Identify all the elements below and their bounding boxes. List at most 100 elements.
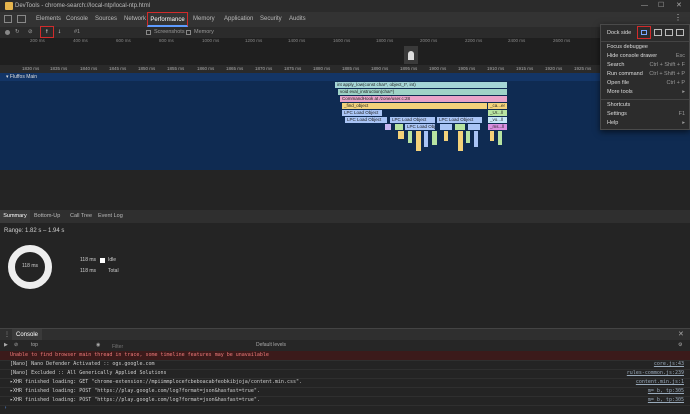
- flame-event[interactable]: LPC Load Object: [390, 117, 435, 123]
- drawer-close-icon[interactable]: ✕: [678, 330, 684, 338]
- console-source-link[interactable]: m=_b,_tp:305: [648, 396, 684, 405]
- flame-subcall[interactable]: [466, 131, 470, 143]
- tab-audits[interactable]: Audits: [289, 12, 306, 27]
- flame-subcall[interactable]: [498, 131, 502, 145]
- console-line[interactable]: ▸XHR finished loading: POST "https://pla…: [0, 396, 690, 406]
- flame-subcall[interactable]: [455, 124, 465, 130]
- tab-bottom-up[interactable]: Bottom-Up: [34, 210, 60, 223]
- flame-subcall[interactable]: [490, 131, 494, 141]
- flame-subcall[interactable]: [424, 131, 428, 147]
- flame-event[interactable]: int apply_low(const char*, object_t*, in…: [335, 82, 507, 88]
- flame-subcall[interactable]: [395, 124, 403, 130]
- console-message: ▸XHR finished loading: POST "https://pla…: [10, 397, 260, 403]
- dock-undock-highlight[interactable]: [637, 26, 651, 39]
- memory-checkbox[interactable]: [186, 30, 191, 35]
- close-button[interactable]: ✕: [676, 0, 682, 12]
- submenu-arrow-icon: ▸: [682, 120, 685, 126]
- flame-subcall[interactable]: [440, 124, 452, 130]
- flame-event[interactable]: _vo...ll: [488, 117, 507, 123]
- console-settings-icon[interactable]: ⚙: [678, 340, 682, 351]
- menu-item-run-command[interactable]: Run command Ctrl + Shift + P: [607, 70, 685, 79]
- dock-left-icon[interactable]: [654, 29, 662, 36]
- details-tabs: Summary Bottom-Up Call Tree Event Log: [0, 210, 690, 224]
- detail-empty-area: [0, 170, 690, 210]
- menu-item-hide-console[interactable]: Hide console drawer Esc: [607, 52, 685, 61]
- selection-window[interactable]: [404, 46, 418, 64]
- console-source-link[interactable]: content.min.js:1: [636, 378, 684, 387]
- tab-elements[interactable]: Elements: [36, 12, 61, 27]
- tab-event-log[interactable]: Event Log: [98, 210, 123, 223]
- device-toolbar-icon[interactable]: [17, 15, 26, 23]
- console-source-link[interactable]: rules-common.js:239: [627, 369, 684, 378]
- flame-subcall[interactable]: [444, 131, 448, 141]
- main-track-header[interactable]: ▾ Fluffos Main: [0, 73, 690, 81]
- flame-event[interactable]: LPC Load Object: [342, 110, 382, 116]
- tab-summary[interactable]: Summary: [0, 210, 30, 224]
- context-select[interactable]: top: [31, 340, 38, 351]
- flame-subcall[interactable]: [458, 131, 463, 151]
- minimize-button[interactable]: —: [641, 0, 648, 12]
- timeline-overview[interactable]: 200 ms 400 ms 600 ms 800 ms 1000 ms 1200…: [0, 38, 690, 66]
- menu-item-more-tools[interactable]: More tools ▸: [607, 88, 685, 97]
- menu-item-label: Open file: [607, 80, 630, 86]
- console-filter-input[interactable]: Filter: [112, 342, 242, 350]
- flame-subcall[interactable]: [468, 124, 480, 130]
- console-source-link[interactable]: core.js:43: [654, 360, 684, 369]
- dock-right-icon[interactable]: [676, 29, 684, 36]
- menu-item-label: Hide console drawer: [607, 53, 658, 59]
- menu-item-shortcuts[interactable]: Shortcuts: [607, 101, 685, 110]
- main-track[interactable]: ▾ Fluffos Main int apply_low(const char*…: [0, 73, 690, 170]
- tab-call-tree[interactable]: Call Tree: [70, 210, 92, 223]
- flame-event[interactable]: LPC Load Object: [345, 117, 387, 123]
- flame-event[interactable]: LPC Load Object: [437, 117, 482, 123]
- tab-performance[interactable]: Performance: [147, 12, 188, 27]
- flame-event[interactable]: _ca...er: [488, 103, 507, 109]
- console-message: [Nano] Excluded :: All Generically Appli…: [10, 370, 167, 376]
- kebab-menu-icon[interactable]: ⋮: [674, 13, 682, 22]
- tab-sources[interactable]: Sources: [95, 12, 117, 27]
- tab-security[interactable]: Security: [260, 12, 282, 27]
- flame-event[interactable]: _find_object: [342, 103, 487, 109]
- upload-icon[interactable]: ⭡: [40, 26, 54, 38]
- flame-event[interactable]: void eval_instruction(char*): [338, 89, 507, 95]
- screenshots-checkbox[interactable]: [146, 30, 151, 35]
- download-icon[interactable]: ⭣: [58, 27, 61, 38]
- record-icon[interactable]: [5, 30, 10, 35]
- drawer-menu-icon[interactable]: ⋮: [4, 331, 10, 338]
- ruler-tick: 1920 ms: [545, 66, 563, 71]
- menu-item-focus-debuggee[interactable]: Focus debuggee: [607, 43, 685, 52]
- flame-subcall[interactable]: [432, 131, 437, 145]
- console-message: Unable to find browser main thread in tr…: [10, 352, 269, 358]
- flame-subcall[interactable]: [416, 131, 421, 151]
- log-levels-select[interactable]: Default levels: [256, 340, 286, 351]
- reload-icon[interactable]: ↻: [15, 27, 20, 38]
- ruler-tick: 1925 ms: [574, 66, 592, 71]
- eye-icon[interactable]: ◉: [96, 340, 100, 351]
- console-prompt-icon[interactable]: ›: [4, 405, 7, 411]
- flame-event[interactable]: LPC Load Object: [405, 124, 435, 130]
- flame-event[interactable]: _ms...ll: [488, 124, 507, 130]
- tab-network[interactable]: Network: [124, 12, 146, 27]
- console-sidebar-icon[interactable]: ▶: [4, 340, 8, 351]
- clear-icon[interactable]: ⊘: [28, 27, 33, 38]
- tab-console[interactable]: Console: [66, 12, 88, 27]
- tab-memory[interactable]: Memory: [193, 12, 215, 27]
- inspect-icon[interactable]: [4, 15, 12, 23]
- flame-event[interactable]: _Ur...ll: [488, 110, 507, 116]
- maximize-button[interactable]: ☐: [658, 0, 664, 12]
- console-source-link[interactable]: m=_b,_tp:305: [648, 387, 684, 396]
- console-filter-placeholder: Filter: [112, 344, 124, 350]
- menu-item-settings[interactable]: Settings F1: [607, 110, 685, 119]
- flame-event[interactable]: CommandHook at /zone/user.c:28: [340, 96, 507, 102]
- menu-item-search[interactable]: Search Ctrl + Shift + F: [607, 61, 685, 70]
- flame-subcall[interactable]: [398, 131, 404, 139]
- dock-bottom-icon[interactable]: [665, 29, 673, 36]
- profile-select[interactable]: #1: [74, 27, 80, 38]
- flame-subcall[interactable]: [408, 131, 412, 143]
- flame-subcall[interactable]: [385, 124, 391, 130]
- console-clear-icon[interactable]: ⊘: [14, 340, 18, 351]
- tab-application[interactable]: Application: [224, 12, 253, 27]
- menu-item-open-file[interactable]: Open file Ctrl + P: [607, 79, 685, 88]
- flame-subcall[interactable]: [474, 131, 478, 147]
- menu-item-help[interactable]: Help ▸: [607, 119, 685, 128]
